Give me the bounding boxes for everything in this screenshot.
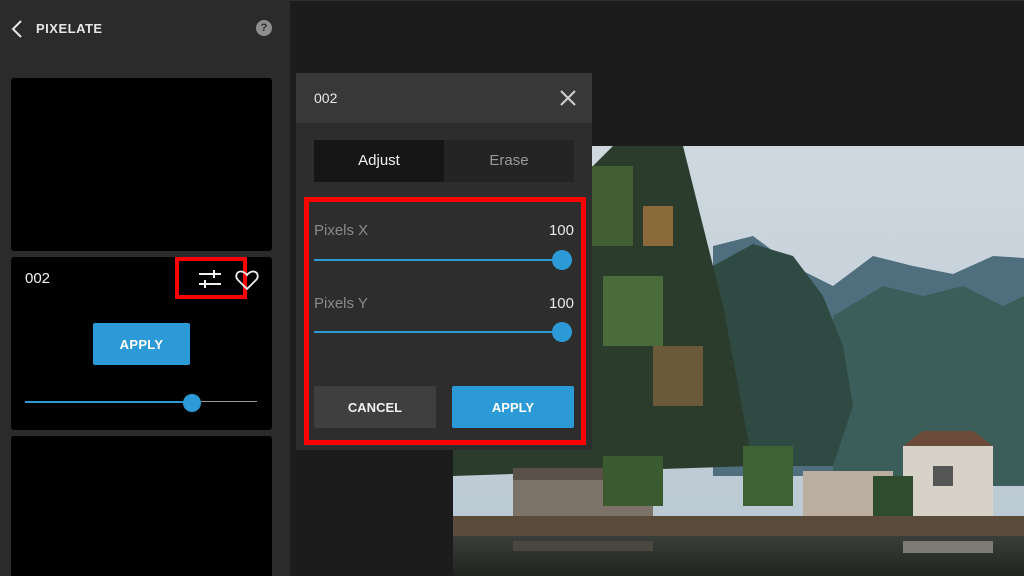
dialog-title: 002: [314, 90, 338, 106]
slider-track-fill: [25, 401, 192, 403]
chevron-left-icon[interactable]: [10, 18, 24, 40]
slider-track-fill: [314, 259, 562, 261]
tab-erase[interactable]: Erase: [444, 140, 574, 182]
pixels-x-slider[interactable]: [314, 250, 574, 270]
workspace-top-bar: [290, 0, 1024, 1]
tab-adjust[interactable]: Adjust: [314, 140, 444, 182]
panel-header: PIXELATE ?: [0, 0, 290, 58]
panel-title: PIXELATE: [36, 21, 103, 36]
slider-track-rest: [201, 401, 257, 402]
pixels-x-value: 100: [548, 222, 574, 239]
dialog-header: 002: [296, 73, 592, 123]
cancel-button[interactable]: CANCEL: [314, 386, 436, 428]
pixels-y-slider[interactable]: [314, 322, 574, 342]
preset-name: 002: [25, 270, 51, 287]
adjust-dialog: 002 Adjust Erase Pixels X 100 Pixels Y 1…: [296, 73, 592, 450]
preset-card-selected[interactable]: 002 APPLY: [11, 257, 272, 430]
apply-button[interactable]: APPLY: [452, 386, 574, 428]
preset-thumbnail[interactable]: [11, 78, 272, 251]
pixels-y-label: Pixels Y: [314, 295, 368, 312]
left-panel: PIXELATE ? 002 APPLY: [0, 0, 290, 576]
preset-intensity-slider[interactable]: [25, 394, 257, 412]
mode-tabs: Adjust Erase: [314, 140, 574, 182]
pixels-y-value: 100: [548, 295, 574, 312]
slider-thumb[interactable]: [183, 394, 201, 412]
help-icon[interactable]: ?: [256, 20, 272, 36]
preset-thumbnail[interactable]: [11, 436, 272, 576]
pixels-x-label: Pixels X: [314, 222, 369, 239]
heart-icon[interactable]: [235, 269, 259, 291]
close-icon[interactable]: [560, 90, 576, 106]
slider-track-fill: [314, 331, 562, 333]
sliders-icon[interactable]: [197, 269, 223, 289]
slider-thumb[interactable]: [552, 322, 572, 342]
slider-thumb[interactable]: [552, 250, 572, 270]
preset-apply-button[interactable]: APPLY: [93, 323, 190, 365]
